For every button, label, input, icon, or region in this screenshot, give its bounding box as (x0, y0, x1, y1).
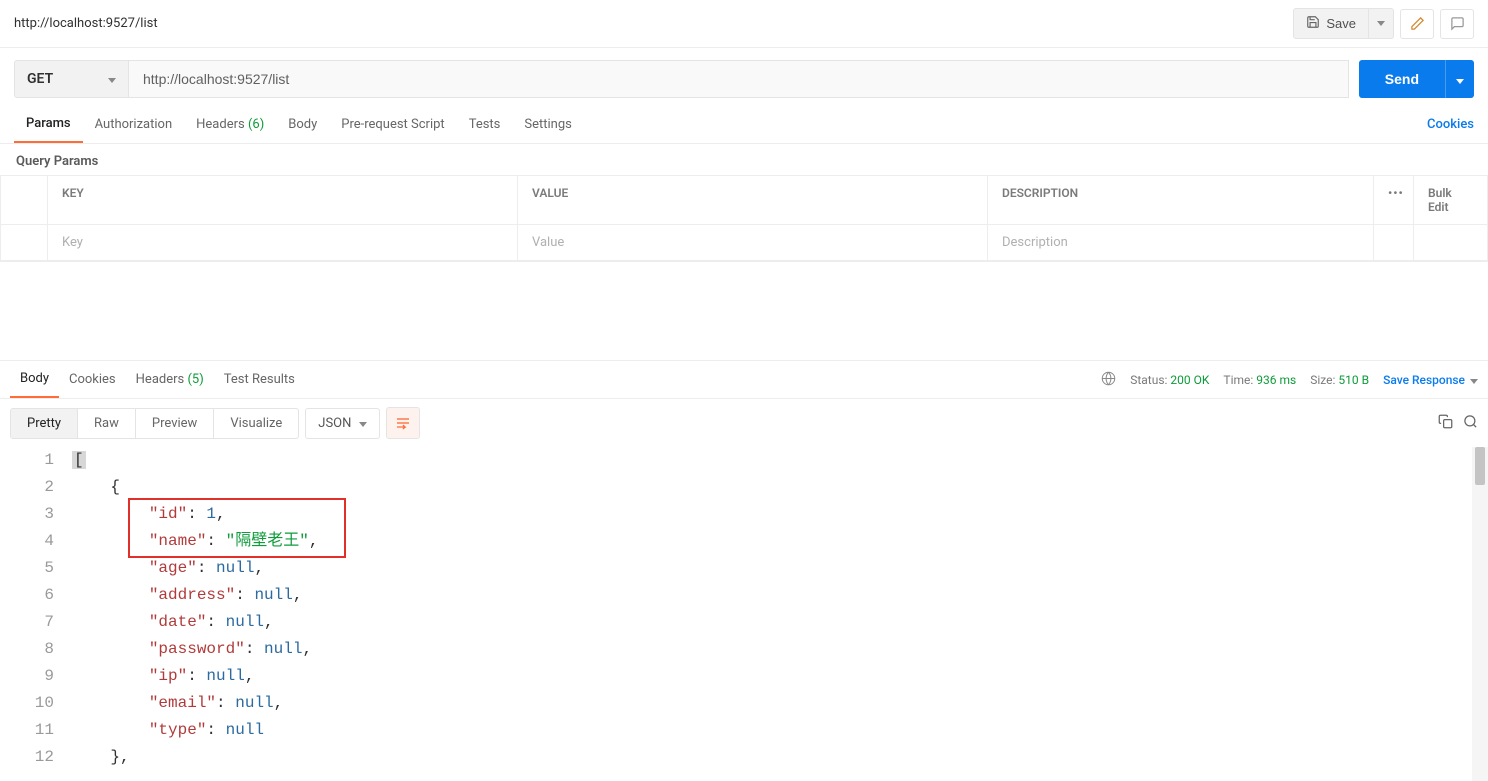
resp-tab-headers[interactable]: Headers (5) (126, 362, 214, 397)
code-line: 7 "date": null, (0, 609, 1488, 636)
tab-tests[interactable]: Tests (457, 107, 513, 142)
save-dropdown[interactable] (1369, 8, 1394, 39)
resp-tab-headers-count: (5) (187, 372, 203, 387)
annotation-highlight (128, 498, 346, 558)
status-block: Status: 200 OK (1130, 373, 1209, 387)
size-block: Size: 510 B (1310, 373, 1369, 387)
tab-headers[interactable]: Headers (6) (184, 107, 276, 142)
globe-icon[interactable] (1101, 371, 1116, 389)
url-input[interactable] (129, 60, 1349, 98)
params-table: KEY VALUE DESCRIPTION ••• Bulk Edit Key … (0, 175, 1488, 262)
desc-input[interactable]: Description (1002, 235, 1068, 250)
code-line: 12 }, (0, 744, 1488, 771)
seg-visualize[interactable]: Visualize (214, 409, 298, 438)
response-body-code[interactable]: 1[2 {3 "id": 1,4 "name": "隔壁老王",5 "age":… (0, 447, 1488, 781)
method-select[interactable]: GET (14, 60, 129, 98)
code-line: 5 "age": null, (0, 555, 1488, 582)
code-line: 9 "ip": null, (0, 663, 1488, 690)
save-label: Save (1326, 16, 1356, 31)
bulk-edit[interactable]: Bulk Edit (1414, 176, 1488, 225)
save-icon (1306, 15, 1320, 32)
key-input[interactable]: Key (62, 235, 83, 250)
resp-tab-testresults[interactable]: Test Results (214, 362, 305, 397)
search-icon[interactable] (1463, 414, 1478, 433)
value-input[interactable]: Value (532, 235, 564, 250)
send-button[interactable]: Send (1359, 60, 1445, 98)
comment-icon-button[interactable] (1440, 9, 1474, 39)
wrap-lines-button[interactable] (386, 407, 420, 439)
format-label: JSON (318, 416, 351, 431)
cookies-link[interactable]: Cookies (1427, 117, 1474, 132)
code-line: 10 "email": null, (0, 690, 1488, 717)
col-more[interactable]: ••• (1374, 176, 1414, 225)
chevron-down-icon (108, 71, 116, 87)
save-button[interactable]: Save (1293, 8, 1369, 39)
tab-settings[interactable]: Settings (512, 107, 583, 142)
tab-params[interactable]: Params (14, 106, 83, 143)
method-label: GET (27, 71, 53, 87)
code-line: 8 "password": null, (0, 636, 1488, 663)
query-params-label: Query Params (0, 144, 1488, 175)
send-dropdown[interactable] (1445, 60, 1474, 98)
tab-body[interactable]: Body (276, 107, 329, 142)
seg-pretty[interactable]: Pretty (11, 409, 78, 438)
tab-headers-label: Headers (196, 117, 245, 132)
request-title: http://localhost:9527/list (14, 16, 158, 31)
copy-icon[interactable] (1438, 414, 1453, 433)
view-segment: Pretty Raw Preview Visualize (10, 408, 299, 439)
code-line: 11 "type": null (0, 717, 1488, 744)
time-block: Time: 936 ms (1223, 373, 1296, 387)
tab-headers-count: (6) (248, 117, 264, 132)
chevron-down-icon (359, 416, 367, 431)
tab-prerequest[interactable]: Pre-request Script (329, 107, 456, 142)
tab-authorization[interactable]: Authorization (83, 107, 185, 142)
code-line: 6 "address": null, (0, 582, 1488, 609)
resp-tab-cookies[interactable]: Cookies (59, 362, 126, 397)
format-select[interactable]: JSON (305, 408, 380, 439)
code-line: 1[ (0, 447, 1488, 474)
save-response[interactable]: Save Response (1383, 373, 1478, 387)
seg-raw[interactable]: Raw (78, 409, 136, 438)
scrollbar[interactable] (1472, 447, 1488, 781)
code-line: 2 { (0, 474, 1488, 501)
col-key: KEY (48, 176, 518, 225)
resp-tab-body[interactable]: Body (10, 361, 59, 398)
col-desc: DESCRIPTION (988, 176, 1374, 225)
resp-tab-headers-label: Headers (136, 372, 185, 387)
col-value: VALUE (518, 176, 988, 225)
seg-preview[interactable]: Preview (136, 409, 214, 438)
edit-icon-button[interactable] (1400, 9, 1434, 39)
